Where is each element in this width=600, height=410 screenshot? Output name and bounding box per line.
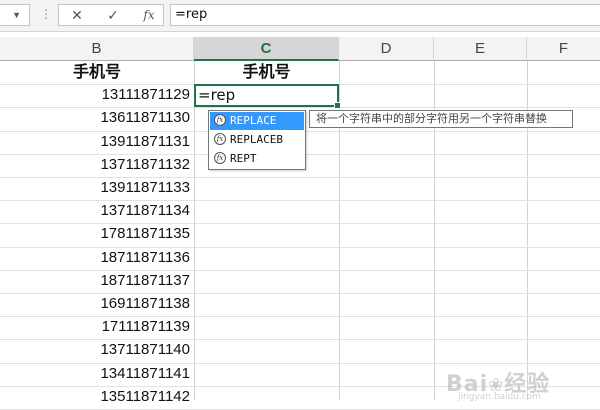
active-cell-c2[interactable]: =rep (194, 84, 341, 109)
active-cell-text: =rep (198, 86, 236, 104)
phone-cell[interactable]: 13611871130 (0, 107, 194, 129)
enter-icon[interactable]: ✓ (101, 6, 125, 24)
phone-cell[interactable]: 17811871135 (0, 223, 194, 245)
phone-cell[interactable]: 13911871131 (0, 131, 194, 153)
formula-buttons: ✕ ✓ fx (58, 4, 164, 26)
column-header-e[interactable]: E (434, 37, 527, 61)
phone-cell[interactable]: 16911871138 (0, 293, 194, 315)
phone-cell[interactable]: 13711871132 (0, 154, 194, 176)
formula-input[interactable]: =rep (170, 4, 600, 26)
watermark-url: jingyan.baidu.com (458, 392, 542, 402)
name-box[interactable]: ▼ (0, 4, 30, 26)
grid-line-vertical (194, 61, 195, 400)
autocomplete-item-replace[interactable]: fx REPLACE (210, 112, 304, 130)
autocomplete-item-rept[interactable]: fx REPT (210, 150, 304, 168)
phone-cell[interactable]: 13511871142 (0, 386, 194, 408)
autocomplete-item-label: REPLACE (230, 114, 277, 127)
column-header-d[interactable]: D (339, 37, 434, 61)
phone-cell[interactable]: 18711871137 (0, 270, 194, 292)
function-icon: fx (214, 152, 226, 164)
function-icon: fx (214, 133, 226, 145)
function-tooltip: 将一个字符串中的部分字符用另一个字符串替换 (309, 110, 573, 128)
fill-handle[interactable] (334, 102, 341, 109)
function-autocomplete-list: fx REPLACE fx REPLACEB fx REPT (208, 110, 306, 170)
column-header-c[interactable]: C (194, 37, 339, 61)
insert-function-icon[interactable]: fx (137, 6, 161, 24)
phone-cell[interactable]: 13711871134 (0, 200, 194, 222)
autocomplete-item-replaceb[interactable]: fx REPLACEB (210, 131, 304, 149)
formula-bar: ▼ ⋮ ✕ ✓ fx =rep (0, 0, 600, 32)
phone-cell[interactable]: 17111871139 (0, 316, 194, 338)
cell-c1[interactable]: 手机号 (194, 62, 339, 84)
phone-cell[interactable]: 13911871133 (0, 177, 194, 199)
chevron-down-icon[interactable]: ▼ (12, 10, 21, 20)
autocomplete-item-label: REPLACEB (230, 133, 283, 146)
baidu-watermark: Bai❀经验 jingyan.baidu.com (446, 366, 550, 402)
column-header-f[interactable]: F (527, 37, 600, 61)
cancel-icon[interactable]: ✕ (65, 6, 89, 24)
phone-cell[interactable]: 13711871140 (0, 339, 194, 361)
cell-b1[interactable]: 手机号 (0, 62, 194, 84)
more-options-icon: ⋮ (40, 7, 52, 21)
phone-cell[interactable]: 18711871136 (0, 247, 194, 269)
phone-cell[interactable]: 13111871129 (0, 84, 194, 106)
autocomplete-item-label: REPT (230, 152, 257, 165)
function-icon: fx (214, 114, 226, 126)
phone-cell[interactable]: 13411871141 (0, 363, 194, 385)
column-header-b[interactable]: B (0, 37, 194, 61)
